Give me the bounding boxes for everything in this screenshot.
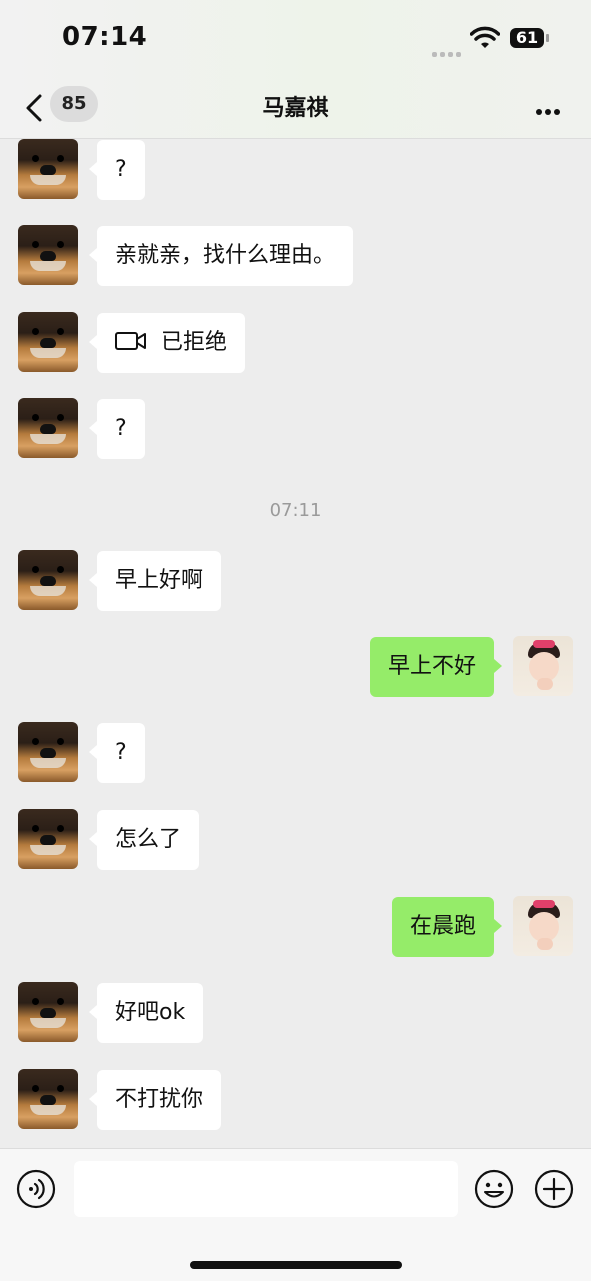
message-timestamp: 07:11 [269, 500, 322, 521]
message-row: ? [0, 722, 591, 784]
chat-header: 85 马嘉祺 [0, 80, 591, 139]
video-call-icon [115, 332, 146, 350]
status-bar: 07:14 61 [0, 0, 591, 80]
contact-avatar[interactable] [18, 225, 78, 285]
contact-avatar[interactable] [18, 1069, 78, 1129]
incoming-message-bubble[interactable]: 好吧ok [88, 983, 204, 1043]
message-row: 早上好啊 [0, 550, 591, 612]
message-row: 在晨跑 [0, 896, 591, 958]
message-row: 不打扰你 [0, 1069, 591, 1131]
message-row: 怎么了 [0, 809, 591, 871]
battery-icon: 61 [510, 28, 550, 50]
contact-avatar[interactable] [18, 722, 78, 782]
incoming-message-bubble[interactable]: ? [89, 399, 145, 459]
home-indicator [190, 1261, 402, 1269]
message-row: ? [0, 139, 591, 201]
contact-avatar[interactable] [18, 809, 78, 869]
declined-video-call-bubble[interactable]: 已拒绝 [88, 313, 246, 373]
contact-avatar[interactable] [18, 398, 78, 458]
input-bar [0, 1148, 591, 1281]
outgoing-message-bubble[interactable]: 在晨跑 [391, 897, 503, 957]
emoji-icon[interactable] [474, 1169, 514, 1209]
cellular-signal-icon [432, 42, 464, 57]
incoming-message-bubble[interactable]: ? [89, 723, 145, 783]
more-options-icon[interactable] [536, 100, 566, 115]
contact-avatar[interactable] [18, 982, 78, 1042]
message-row: 已拒绝 [0, 312, 591, 374]
incoming-message-bubble[interactable]: 怎么了 [88, 810, 200, 870]
message-row: ? [0, 398, 591, 460]
message-row: 早上不好 [0, 636, 591, 698]
voice-icon[interactable] [16, 1169, 56, 1209]
incoming-message-bubble[interactable]: ? [89, 140, 145, 200]
my-avatar[interactable] [513, 636, 573, 696]
outgoing-message-bubble[interactable]: 早上不好 [369, 637, 503, 697]
wifi-icon [470, 26, 500, 48]
incoming-message-bubble[interactable]: 早上好啊 [88, 551, 222, 611]
message-row: 好吧ok [0, 982, 591, 1044]
contact-avatar[interactable] [18, 550, 78, 610]
message-row: 亲就亲，找什么理由。 [0, 225, 591, 287]
message-input[interactable] [74, 1161, 458, 1217]
status-time: 07:14 [62, 22, 148, 52]
incoming-message-bubble[interactable]: 亲就亲，找什么理由。 [88, 226, 354, 286]
plus-icon[interactable] [534, 1169, 574, 1209]
incoming-message-bubble[interactable]: 不打扰你 [88, 1070, 222, 1130]
battery-level: 61 [515, 28, 539, 47]
my-avatar[interactable] [513, 896, 573, 956]
contact-avatar[interactable] [18, 312, 78, 372]
call-status-text: 已拒绝 [161, 330, 228, 355]
chat-title: 马嘉祺 [262, 96, 329, 121]
contact-avatar[interactable] [18, 139, 78, 199]
